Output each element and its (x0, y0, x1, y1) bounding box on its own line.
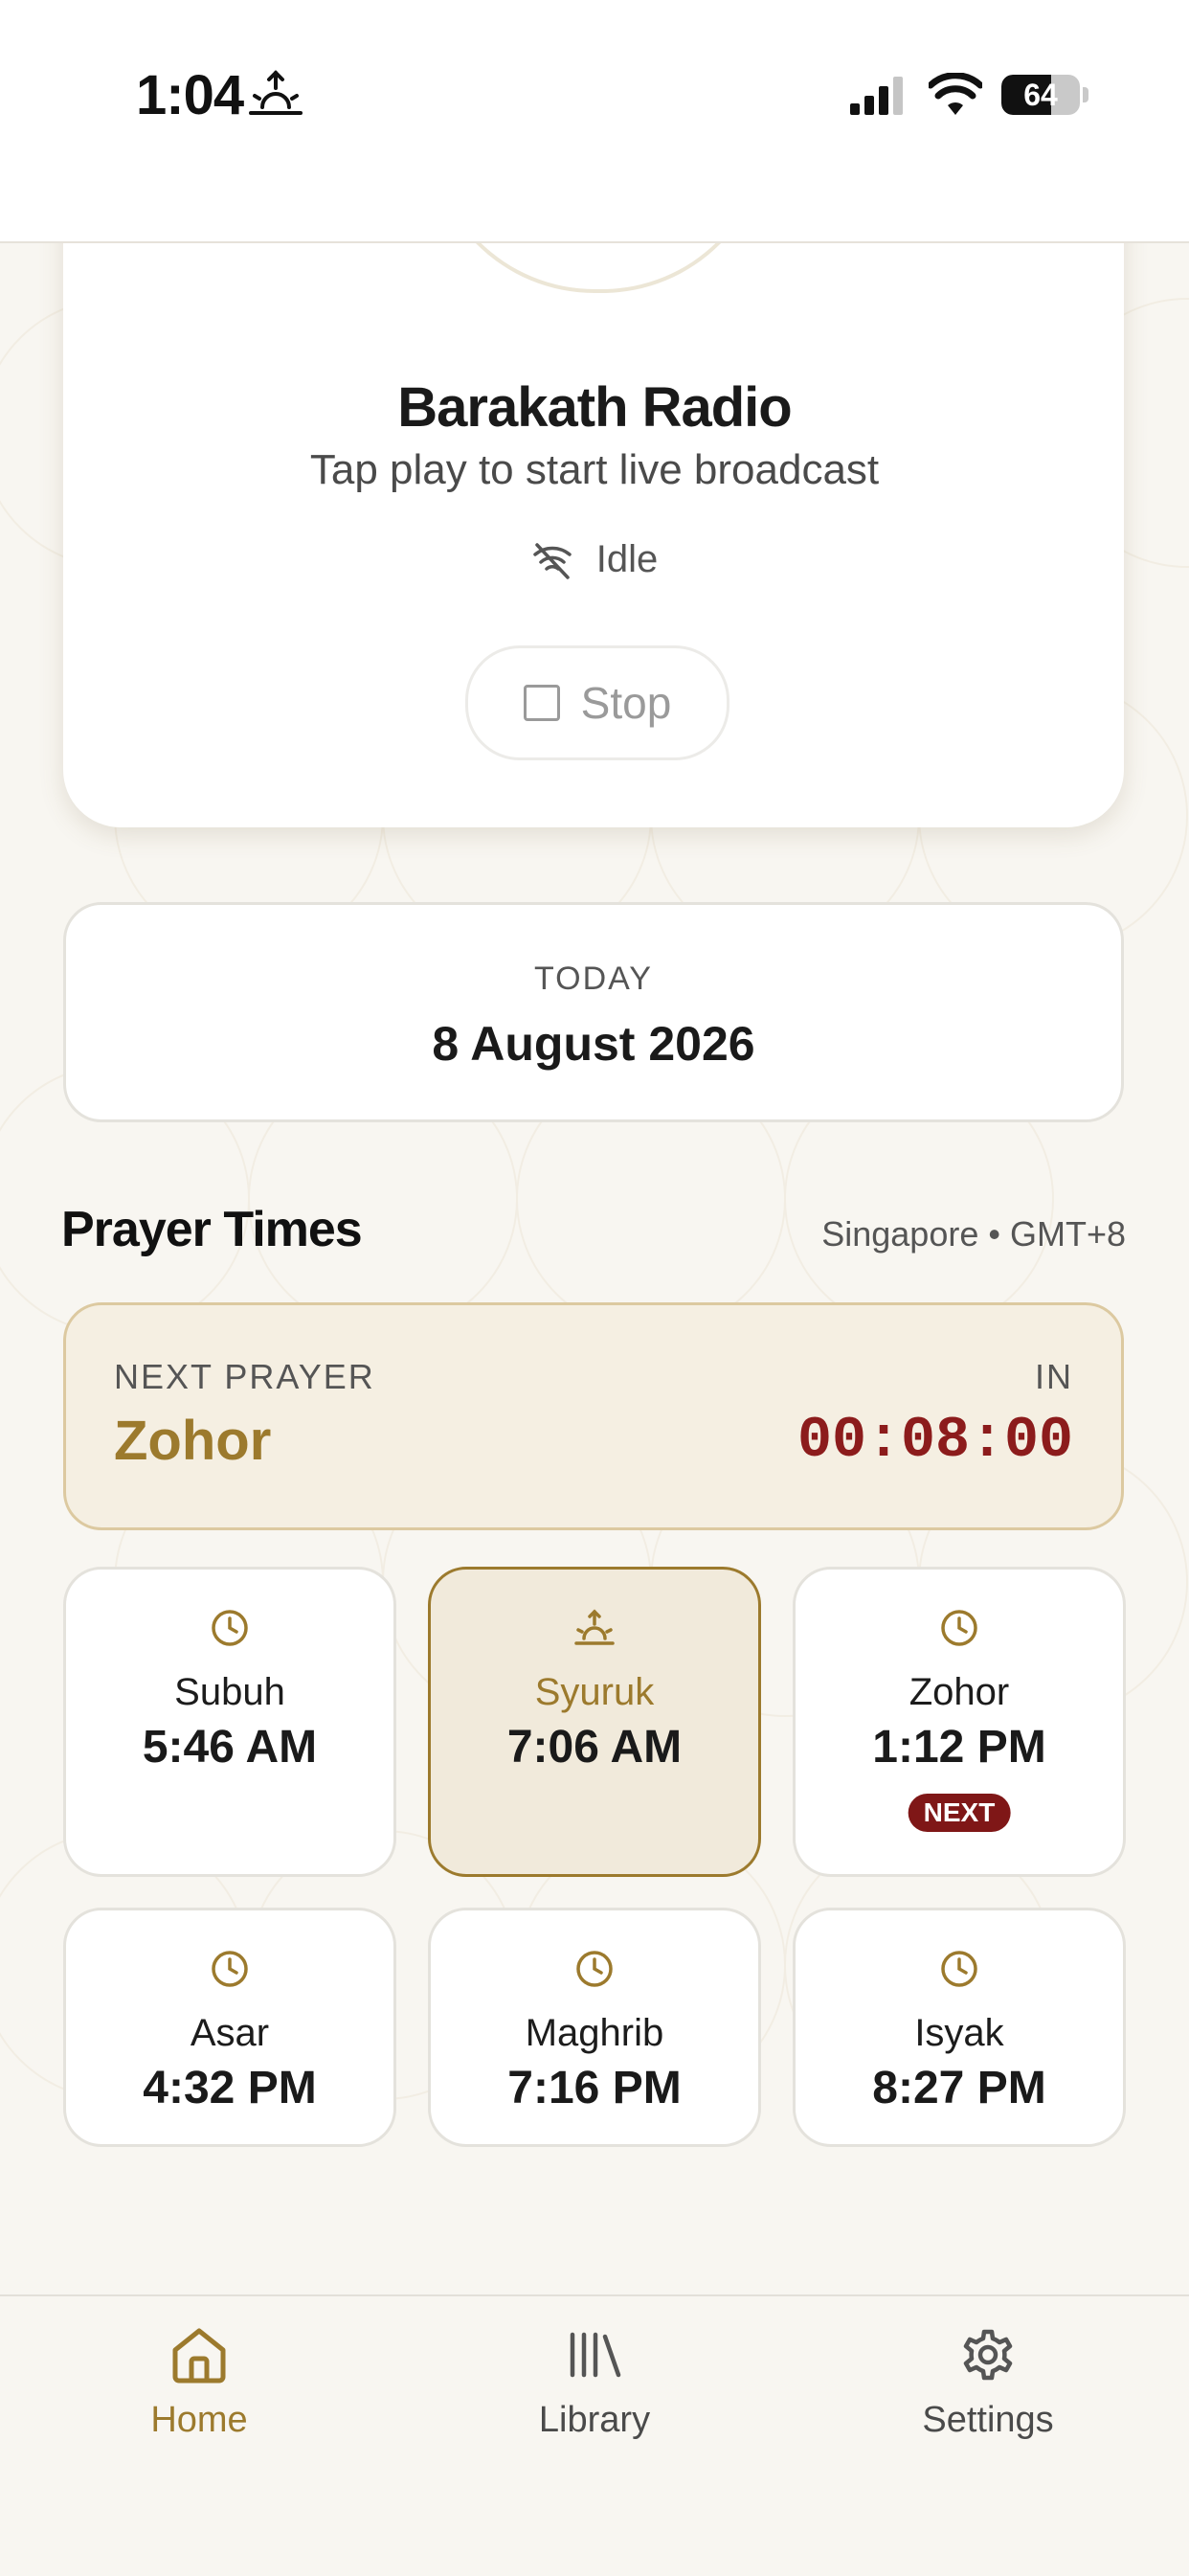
prayer-tile-subuh[interactable]: Subuh 5:46 AM (63, 1567, 396, 1877)
prayer-name: Syuruk (534, 1671, 655, 1713)
prayer-name: Zohor (909, 1671, 1010, 1713)
prayer-name: Asar (190, 2012, 270, 2054)
home-icon (172, 2328, 226, 2384)
battery-nub (1083, 87, 1088, 102)
sunrise-icon (249, 70, 303, 115)
library-icon (570, 2332, 621, 2378)
gear-icon (963, 2329, 1013, 2381)
sunrise-icon (574, 1609, 615, 1645)
prayer-location: Singapore • GMT+8 (821, 1214, 1126, 1254)
battery-indicator: 64 (1001, 75, 1080, 115)
prayer-time: 7:16 PM (507, 2063, 682, 2113)
next-prayer-card: NEXT PRAYER Zohor IN 00:08:00 (63, 1302, 1124, 1530)
bottom-tab-bar: Home Library Settings (0, 2294, 1189, 2576)
prayer-tile-syuruk[interactable]: Syuruk 7:06 AM (428, 1567, 761, 1877)
tab-home-label: Home (150, 2400, 248, 2440)
wifi-off-icon (533, 542, 572, 579)
stop-button-label: Stop (580, 678, 672, 728)
prayer-tile-zohor[interactable]: Zohor 1:12 PM NEXT (793, 1567, 1126, 1877)
tab-home[interactable]: Home (56, 2325, 343, 2469)
prayer-tile-maghrib[interactable]: Maghrib 7:16 PM (428, 1908, 761, 2147)
clock-icon (576, 1951, 613, 1987)
tab-library[interactable]: Library (451, 2325, 738, 2469)
prayer-time: 4:32 PM (143, 2063, 317, 2113)
connection-status-label: Idle (595, 538, 659, 580)
next-badge: NEXT (908, 1794, 1011, 1832)
status-time: 1:04 (136, 64, 244, 126)
next-prayer-in-label: IN (1035, 1357, 1073, 1396)
tab-settings[interactable]: Settings (844, 2325, 1132, 2469)
stop-button[interactable]: Stop (465, 645, 729, 760)
date-caption: TODAY (534, 960, 653, 997)
prayer-name: Maghrib (525, 2012, 664, 2054)
prayer-name: Isyak (914, 2012, 1004, 2054)
next-prayer-countdown: 00:08:00 (796, 1409, 1073, 1474)
radio-title: Barakath Radio (397, 376, 792, 439)
prayer-time: 8:27 PM (872, 2063, 1046, 2113)
prayer-tile-isyak[interactable]: Isyak 8:27 PM (793, 1908, 1126, 2147)
tab-library-label: Library (538, 2400, 651, 2440)
cellular-signal-icon (850, 77, 903, 115)
prayer-times-heading: Prayer Times (61, 1202, 363, 1257)
clock-icon (941, 1951, 977, 1987)
next-prayer-name: Zohor (114, 1410, 272, 1472)
clock-icon (212, 1610, 248, 1646)
status-bar: 1:04 64 (0, 0, 1189, 243)
radio-subtitle: Tap play to start live broadcast (309, 446, 880, 493)
date-value: 8 August 2026 (432, 1017, 755, 1071)
prayer-name: Subuh (174, 1671, 285, 1713)
clock-icon (212, 1951, 248, 1987)
prayer-time: 5:46 AM (142, 1722, 318, 1773)
next-prayer-caption: NEXT PRAYER (114, 1357, 375, 1396)
prayer-time: 1:12 PM (872, 1722, 1046, 1773)
connection-status: Idle (0, 538, 1189, 584)
tab-settings-label: Settings (922, 2400, 1054, 2440)
wifi-icon (929, 73, 982, 115)
prayer-time: 7:06 AM (506, 1722, 683, 1773)
today-date-card: TODAY 8 August 2026 (63, 902, 1124, 1122)
battery-level: 64 (1023, 78, 1058, 112)
clock-icon (941, 1610, 977, 1646)
stop-icon (523, 685, 560, 721)
prayer-tile-asar[interactable]: Asar 4:32 PM (63, 1908, 396, 2147)
